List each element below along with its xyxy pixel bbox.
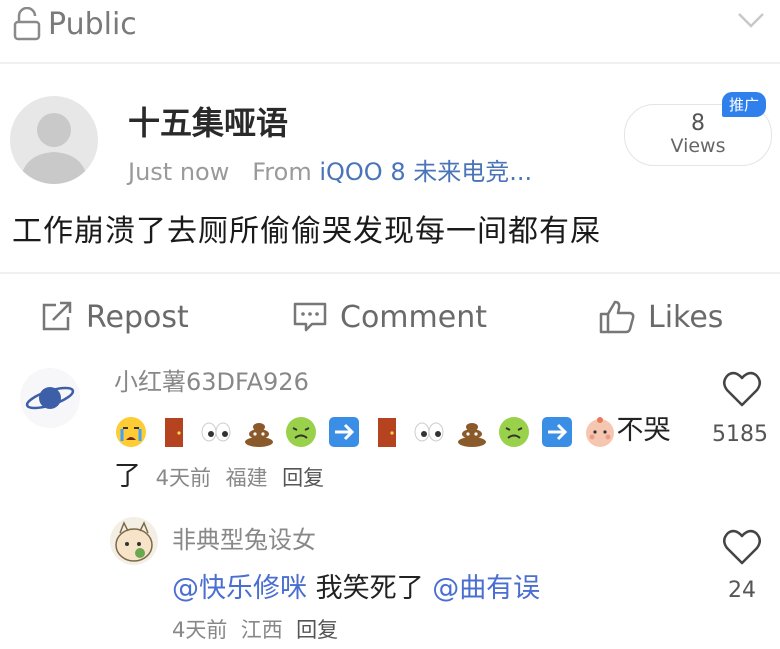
- nauseated-face-icon: [284, 415, 318, 449]
- chevron-down-icon[interactable]: [736, 8, 766, 32]
- visibility-label: Public: [48, 6, 137, 42]
- poop-icon: [242, 415, 276, 449]
- right-arrow-icon: [540, 415, 574, 449]
- reply-meta: 4天前 江西 回复: [172, 614, 338, 644]
- post-source-link[interactable]: iQOO 8 未来电竞...: [319, 158, 532, 186]
- visibility-indicator[interactable]: Public: [12, 4, 137, 44]
- reply-time: 4天前: [172, 618, 228, 642]
- post-source-prefix: From: [252, 158, 312, 186]
- divider: [0, 272, 780, 274]
- door-icon: [370, 415, 404, 449]
- post-author-name[interactable]: 十五集哑语: [128, 98, 288, 144]
- planet-icon: [25, 386, 75, 410]
- reply-like-count: 24: [728, 578, 756, 603]
- divider: [0, 62, 780, 64]
- comment-text-tail: 不哭: [616, 415, 671, 446]
- reply-link[interactable]: 回复: [296, 618, 338, 642]
- comment-text: 不哭 了 4天前 福建 回复: [114, 408, 674, 501]
- door-icon: [157, 415, 191, 449]
- repost-label: Repost: [86, 299, 189, 335]
- comment-button[interactable]: Comment: [292, 294, 487, 340]
- post-meta: Just now From iQOO 8 未来电竞...: [128, 152, 532, 187]
- commenter-username[interactable]: 小红薯63DFA926: [114, 362, 309, 397]
- post-time: Just now: [128, 158, 230, 186]
- heart-icon[interactable]: [722, 528, 762, 566]
- reply-username[interactable]: 非典型兔设女: [172, 520, 316, 555]
- crying-face-icon: [114, 415, 148, 449]
- thumbs-up-icon: [599, 300, 635, 334]
- reply-location: 江西: [240, 618, 283, 642]
- mention-link[interactable]: @曲有误: [432, 573, 540, 604]
- author-avatar[interactable]: [10, 96, 98, 184]
- comment-location: 福建: [225, 466, 268, 490]
- likes-button[interactable]: Likes: [598, 294, 723, 340]
- mention-link[interactable]: @快乐修咪: [172, 573, 307, 604]
- reply-text: @快乐修咪 我笑死了 @曲有误: [172, 566, 540, 605]
- repost-icon: [42, 301, 72, 331]
- comment-time: 4天前: [155, 466, 211, 490]
- nauseated-face-icon: [497, 415, 531, 449]
- unlock-icon: [13, 7, 41, 41]
- right-arrow-icon: [327, 415, 361, 449]
- comment-like-count: 5185: [712, 422, 768, 447]
- eyes-icon: [412, 415, 446, 449]
- promoted-badge: 推广: [722, 92, 767, 117]
- views-label: Views: [670, 135, 726, 157]
- reply-link[interactable]: 回复: [282, 466, 324, 490]
- baby-face-icon: [583, 415, 617, 449]
- comment-icon: [293, 302, 327, 332]
- eyes-icon: [199, 415, 233, 449]
- commenter-avatar[interactable]: [20, 368, 80, 428]
- poop-icon: [455, 415, 489, 449]
- default-avatar-icon: [20, 113, 88, 184]
- heart-icon[interactable]: [722, 370, 762, 408]
- comment-text-wrap: 了: [114, 461, 141, 492]
- reply-message: 我笑死了: [307, 573, 424, 604]
- post-body-text: 工作崩溃了去厕所偷偷哭发现每一间都有屎: [12, 214, 601, 249]
- likes-label: Likes: [648, 299, 724, 335]
- cartoon-face-icon: [115, 521, 153, 562]
- reply-avatar[interactable]: [110, 517, 158, 565]
- comment-label: Comment: [340, 299, 487, 335]
- repost-button[interactable]: Repost: [40, 294, 189, 340]
